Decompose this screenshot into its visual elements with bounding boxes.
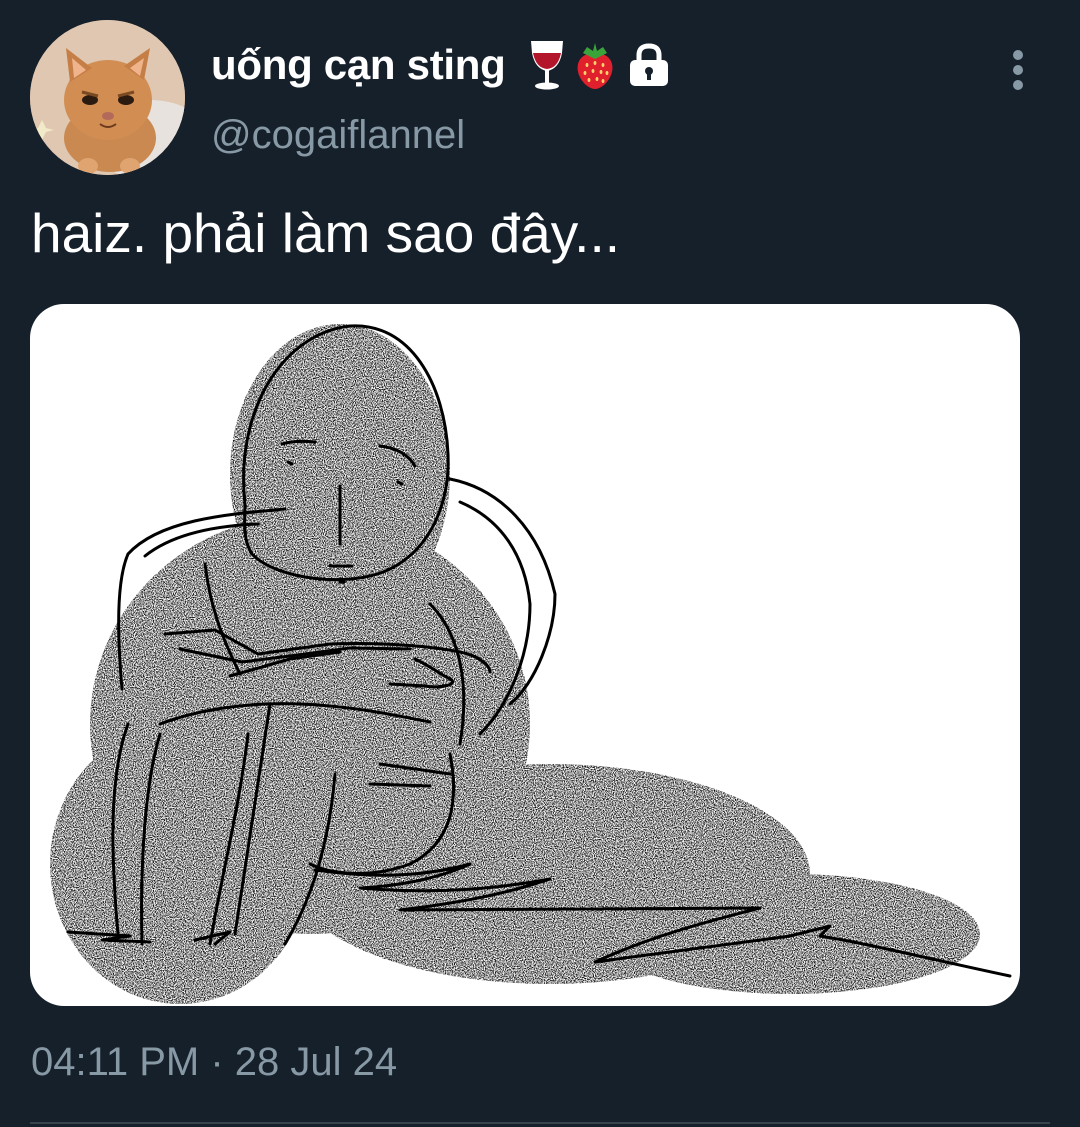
tweet: uống cạn sting @cogaiflannel haiz. phải … [0,0,1080,1127]
display-name-row: uống cạn sting [211,38,671,92]
more-options-icon [1013,50,1023,60]
avatar[interactable] [30,20,185,175]
tweet-timestamp[interactable]: 04:11 PM · 28 Jul 24 [31,1040,397,1085]
more-options-button[interactable] [998,48,1038,92]
strawberry-emoji-icon [578,43,613,89]
kitten-avatar-icon [30,20,185,175]
wine-glass-emoji-icon [531,41,564,90]
lock-icon [630,43,669,86]
divider [30,1122,1050,1124]
user-handle[interactable]: @cogaiflannel [211,113,465,158]
tweet-media[interactable] [30,304,1020,1006]
tweet-text: haiz. phải làm sao đây... [31,202,621,264]
sad-sketch-figure-drawing-icon [50,324,1012,1004]
display-name[interactable]: uống cạn sting [211,41,506,89]
